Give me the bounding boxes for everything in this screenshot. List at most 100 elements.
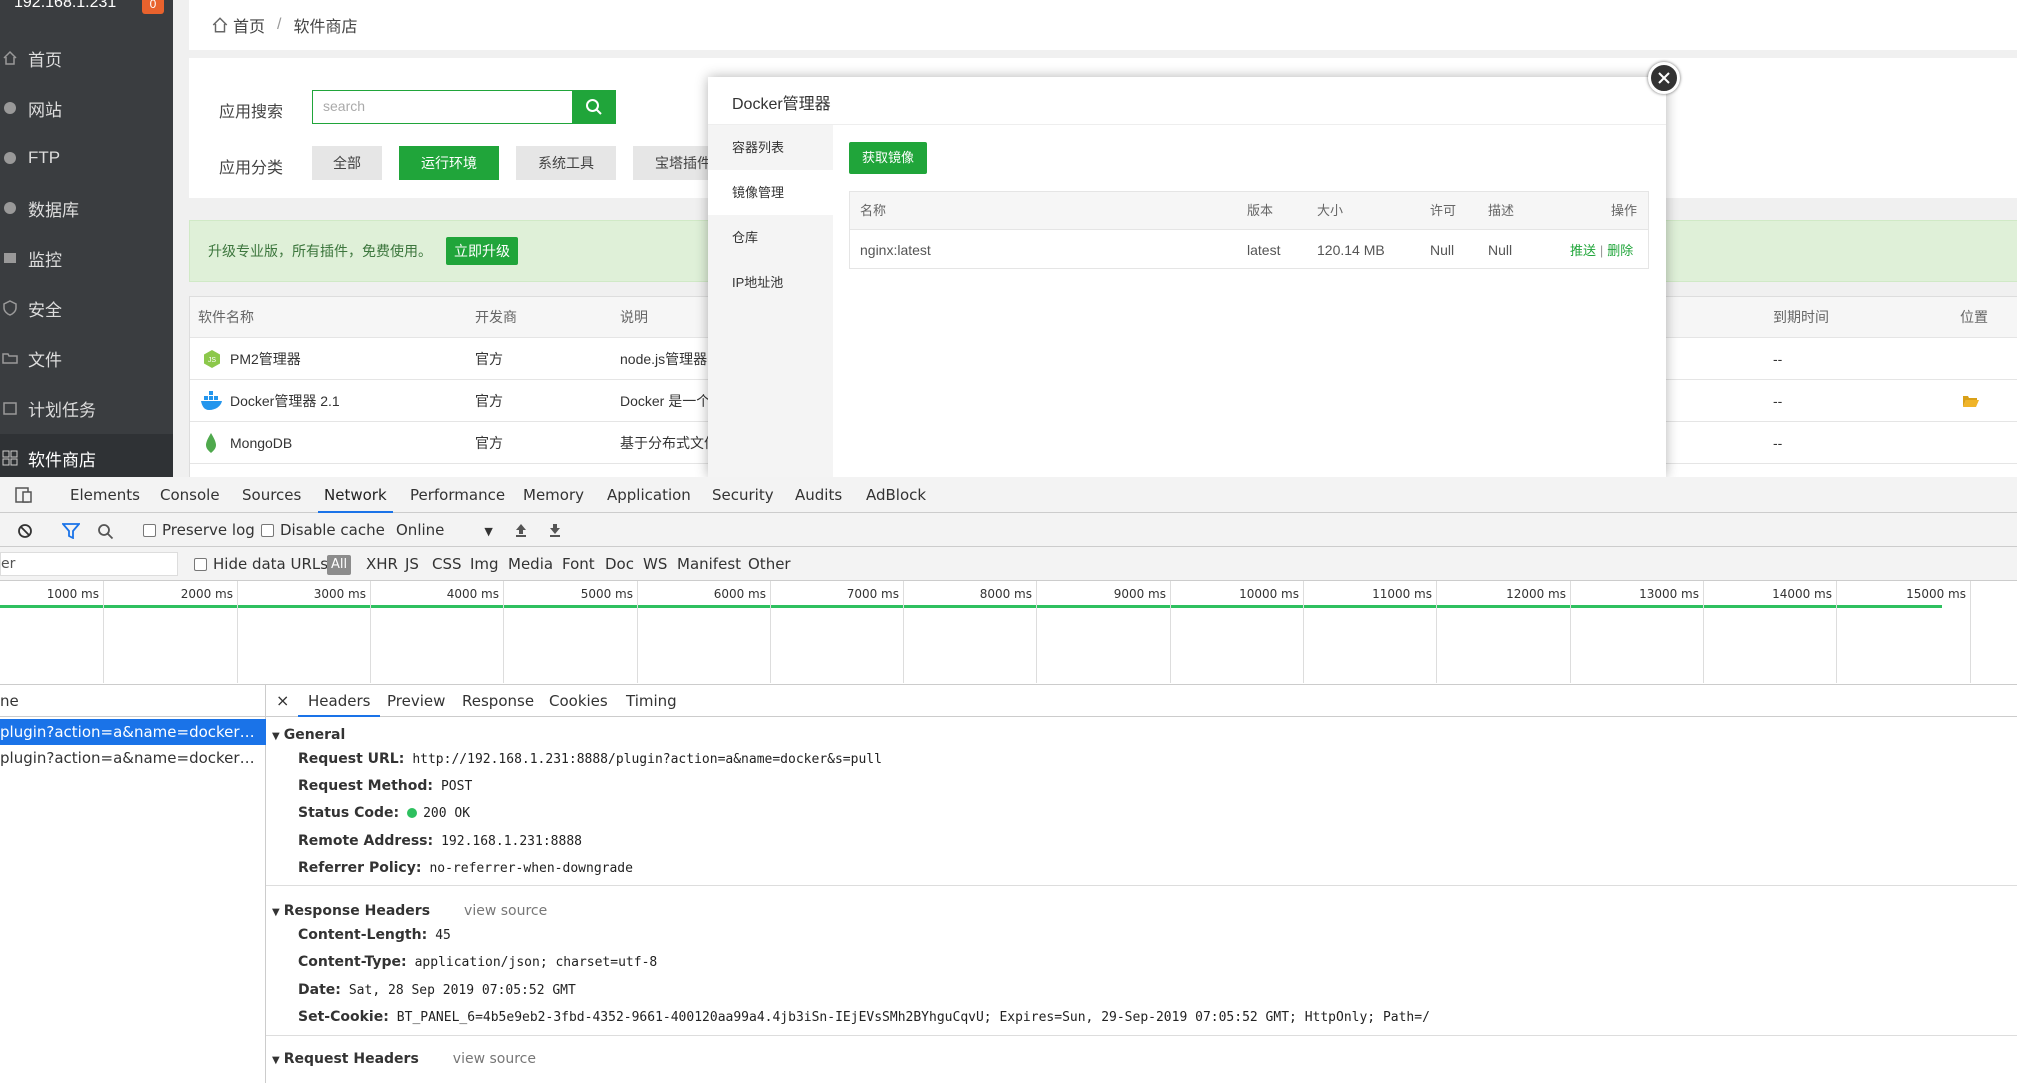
tab-elements[interactable]: Elements bbox=[70, 477, 140, 513]
app-name[interactable]: Docker管理器 2.1 bbox=[230, 380, 340, 422]
push-link[interactable]: 推送 bbox=[1570, 243, 1596, 258]
close-icon bbox=[1658, 72, 1670, 84]
tab-performance[interactable]: Performance bbox=[410, 477, 505, 513]
request-headers-section[interactable]: ▼ Request Headers view source bbox=[272, 1051, 536, 1067]
col-name: 软件名称 bbox=[198, 309, 254, 325]
type-filter-doc[interactable]: Doc bbox=[605, 547, 634, 581]
sidebar-item-cron[interactable]: 计划任务 bbox=[0, 384, 173, 432]
checkbox-box[interactable] bbox=[194, 558, 207, 571]
tab-cookies[interactable]: Cookies bbox=[549, 685, 608, 717]
timeline-label: 10000 ms bbox=[1239, 587, 1299, 601]
image-name: nginx:latest bbox=[860, 242, 931, 258]
header-value: POST bbox=[440, 779, 473, 794]
app-description: 基于分布式文件 bbox=[620, 435, 718, 451]
folder-open-icon[interactable] bbox=[1962, 394, 1980, 408]
tab-ip-pool[interactable]: IP地址池 bbox=[708, 260, 833, 305]
response-headers-section[interactable]: ▼ Response Headers view source bbox=[272, 903, 547, 919]
type-filter-ws[interactable]: WS bbox=[643, 547, 667, 581]
timeline-label: 6000 ms bbox=[713, 587, 766, 601]
col-description: 说明 bbox=[620, 309, 648, 325]
app-name[interactable]: MongoDB bbox=[230, 422, 292, 464]
search-label: 应用搜索 bbox=[219, 104, 284, 121]
image-license: Null bbox=[1430, 242, 1455, 258]
dialog-title: Docker管理器 bbox=[708, 77, 1666, 125]
image-table: 名称 版本 大小 许可 描述 操作 nginx:latest latest 12… bbox=[849, 191, 1649, 269]
close-icon[interactable]: × bbox=[276, 685, 289, 717]
network-timeline[interactable]: 1000 ms 2000 ms 3000 ms 4000 ms 5000 ms 6000 … bbox=[0, 581, 2017, 685]
type-filter-img[interactable]: Img bbox=[470, 547, 499, 581]
sidebar-item-monitor[interactable]: 监控 bbox=[0, 234, 173, 282]
general-section[interactable]: ▼ General bbox=[272, 727, 345, 743]
tab-memory[interactable]: Memory bbox=[523, 477, 584, 513]
tab-headers[interactable]: Headers bbox=[298, 685, 381, 717]
search-button[interactable] bbox=[572, 90, 616, 124]
tab-console[interactable]: Console bbox=[160, 477, 220, 513]
type-filter-other[interactable]: Other bbox=[748, 547, 791, 581]
view-source-link[interactable]: view source bbox=[453, 1051, 536, 1067]
hide-data-urls-checkbox[interactable]: Hide data URLs bbox=[194, 547, 328, 581]
header-key: Status Code: bbox=[298, 805, 400, 821]
date-header: Date: Sat, 28 Sep 2019 07:05:52 GMT bbox=[298, 982, 576, 998]
breadcrumb-home[interactable]: 首页 bbox=[233, 13, 265, 37]
search-input[interactable]: search bbox=[312, 90, 572, 124]
preserve-log-checkbox[interactable]: Preserve log bbox=[143, 513, 255, 547]
app-name[interactable]: PM2管理器 bbox=[230, 338, 301, 380]
tab-repository[interactable]: 仓库 bbox=[708, 215, 833, 260]
tab-audits[interactable]: Audits bbox=[795, 477, 842, 513]
device-toolbar-icon[interactable] bbox=[14, 485, 34, 505]
sidebar-item-label: 计划任务 bbox=[28, 400, 96, 420]
tab-security[interactable]: Security bbox=[712, 477, 774, 513]
type-filter-js[interactable]: JS bbox=[405, 547, 419, 581]
filter-icon[interactable] bbox=[62, 523, 80, 539]
upgrade-button[interactable]: 立即升级 bbox=[446, 237, 518, 265]
category-system-tools[interactable]: 系统工具 bbox=[516, 146, 616, 180]
tab-adblock[interactable]: AdBlock bbox=[866, 477, 926, 513]
view-source-link[interactable]: view source bbox=[464, 903, 547, 919]
timeline-label: 15000 ms bbox=[1906, 587, 1966, 601]
checkbox-box[interactable] bbox=[261, 524, 274, 537]
app-expire: -- bbox=[1773, 351, 1783, 367]
sidebar-item-website[interactable]: 网站 bbox=[0, 84, 173, 132]
checkbox-box[interactable] bbox=[143, 524, 156, 537]
search-icon[interactable] bbox=[97, 523, 114, 540]
request-item[interactable]: plugin?action=a&name=docker&s=G... bbox=[0, 745, 266, 771]
type-filter-font[interactable]: Font bbox=[562, 547, 595, 581]
header-value: no-referrer-when-downgrade bbox=[429, 861, 633, 876]
tab-image-management[interactable]: 镜像管理 bbox=[708, 170, 833, 215]
get-image-button[interactable]: 获取镜像 bbox=[849, 142, 927, 174]
request-item[interactable]: plugin?action=a&name=docker&s=p... bbox=[0, 719, 266, 745]
type-filter-xhr[interactable]: XHR bbox=[366, 547, 398, 581]
sidebar-item-home[interactable]: 首页 bbox=[0, 34, 173, 82]
sidebar-item-database[interactable]: 数据库 bbox=[0, 184, 173, 232]
sidebar-item-store[interactable]: 软件商店 bbox=[0, 434, 173, 477]
filter-input[interactable]: er bbox=[0, 552, 178, 576]
tab-response[interactable]: Response bbox=[462, 685, 534, 717]
sidebar-item-files[interactable]: 文件 bbox=[0, 334, 173, 382]
tab-application[interactable]: Application bbox=[607, 477, 691, 513]
tab-container-list[interactable]: 容器列表 bbox=[708, 125, 833, 170]
tab-preview[interactable]: Preview bbox=[387, 685, 445, 717]
tab-sources[interactable]: Sources bbox=[242, 477, 301, 513]
type-filter-css[interactable]: CSS bbox=[432, 547, 462, 581]
import-har-icon[interactable] bbox=[514, 522, 528, 538]
timeline-label: 3000 ms bbox=[313, 587, 366, 601]
disable-cache-checkbox[interactable]: Disable cache bbox=[261, 513, 385, 547]
category-all[interactable]: 全部 bbox=[312, 146, 382, 180]
request-url: Request URL: http://192.168.1.231:8888/pl… bbox=[298, 751, 882, 767]
export-har-icon[interactable] bbox=[548, 522, 562, 538]
delete-link[interactable]: 删除 bbox=[1607, 243, 1633, 258]
dialog-close-button[interactable] bbox=[1648, 62, 1680, 94]
breadcrumb-current: 软件商店 bbox=[293, 19, 358, 36]
notification-badge[interactable]: 0 bbox=[142, 0, 164, 14]
category-runtime[interactable]: 运行环境 bbox=[399, 146, 499, 180]
request-list-header[interactable]: ne bbox=[0, 685, 266, 717]
tab-timing[interactable]: Timing bbox=[626, 685, 677, 717]
tab-network[interactable]: Network bbox=[318, 477, 393, 513]
type-filter-media[interactable]: Media bbox=[508, 547, 553, 581]
sidebar-item-security[interactable]: 安全 bbox=[0, 284, 173, 332]
sidebar-item-ftp[interactable]: FTP bbox=[0, 134, 173, 182]
type-filter-manifest[interactable]: Manifest bbox=[677, 547, 741, 581]
type-filter-all[interactable]: All bbox=[327, 555, 351, 575]
clear-icon[interactable] bbox=[17, 523, 33, 539]
throttle-select[interactable]: Online ▼ bbox=[396, 513, 493, 549]
